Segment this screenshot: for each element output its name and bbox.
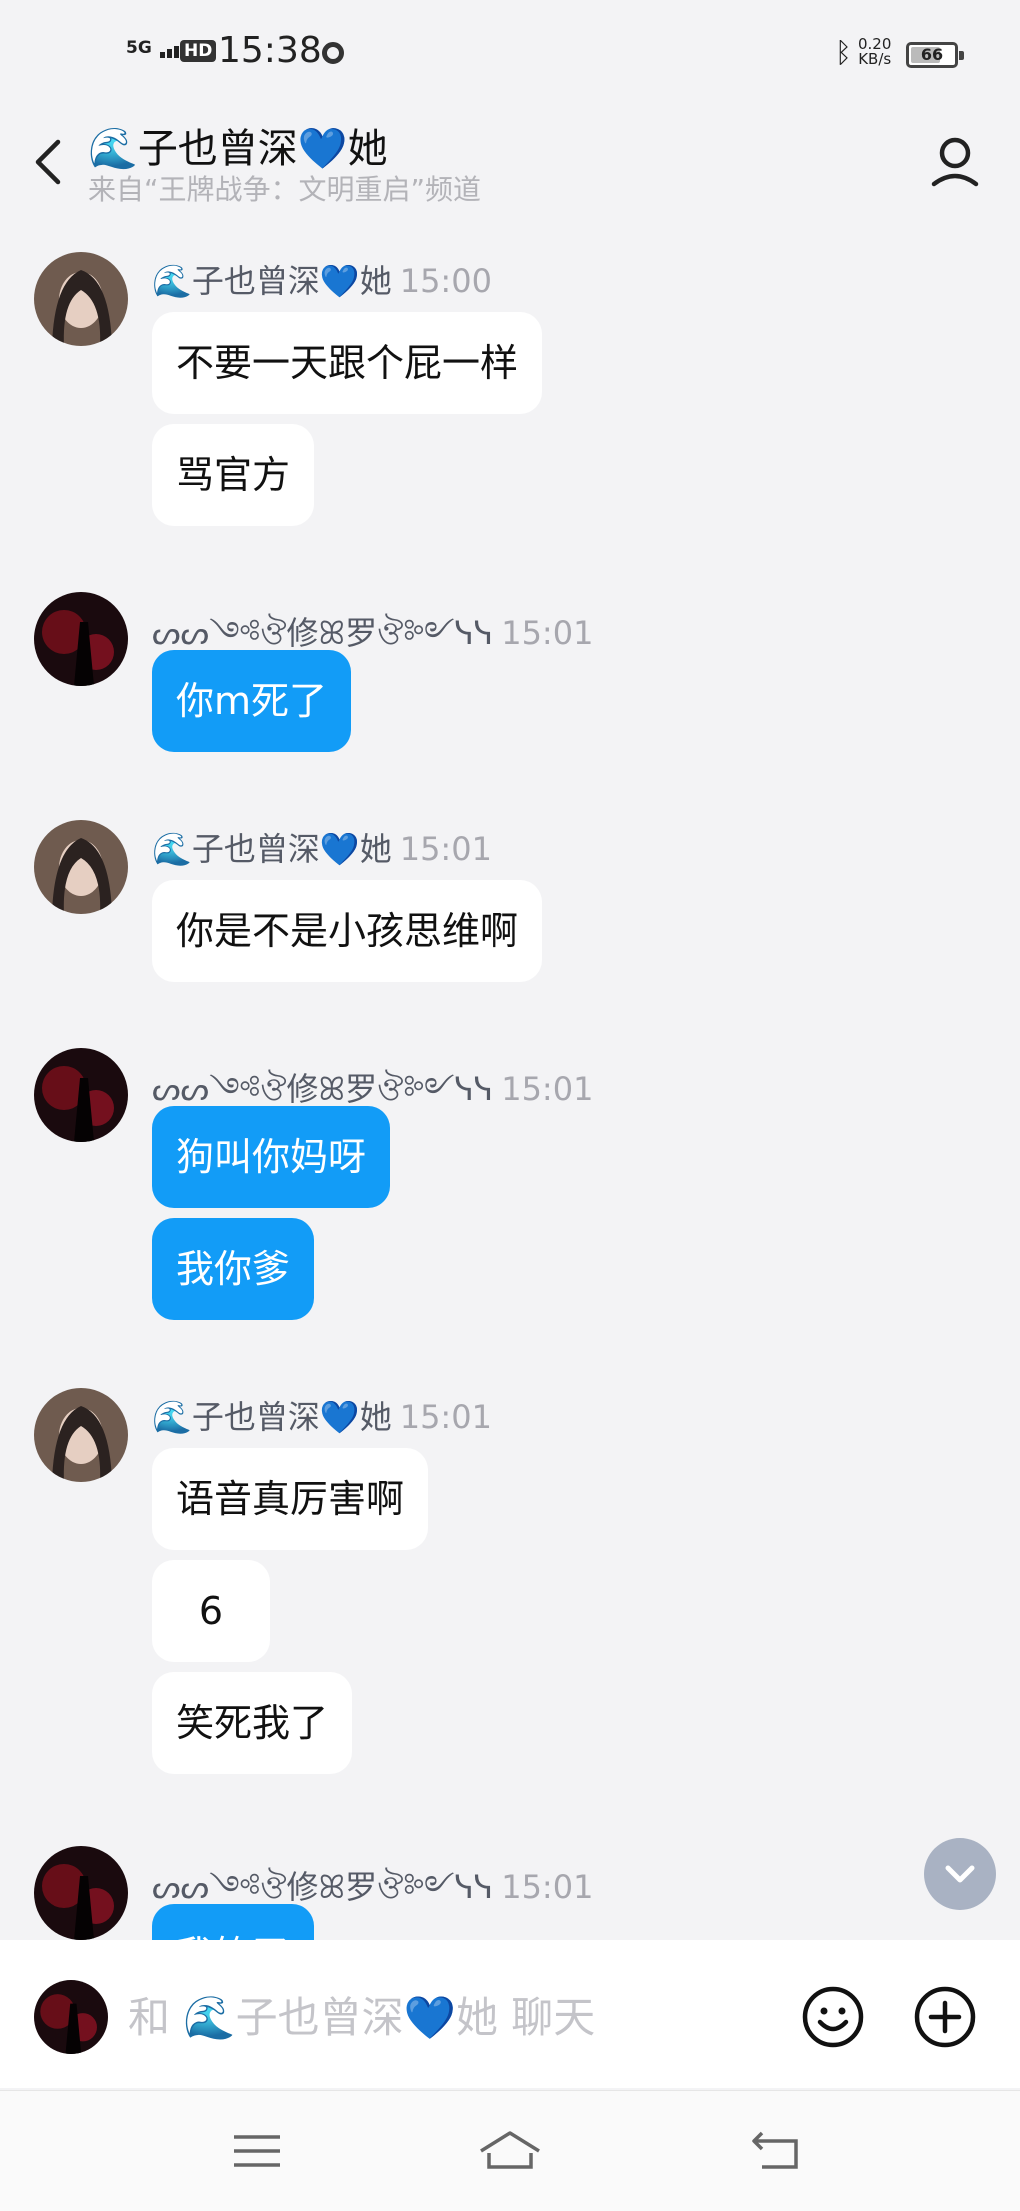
smiley-icon [802,1986,864,2048]
hd-badge: HD [180,40,217,62]
message-input[interactable]: 和 🌊子也曾深💙她 聊天 [128,1984,595,2045]
menu-button[interactable] [222,2121,292,2181]
network-speed: 0.20 KB/s [858,35,892,68]
avatar-dark[interactable] [34,1048,128,1142]
return-icon [752,2131,798,2169]
emoji-button[interactable] [800,1984,866,2050]
add-button[interactable] [912,1984,978,2050]
sender-name[interactable]: 🌊子也曾深💙她 [152,1398,392,1436]
avatar-dark[interactable] [34,1846,128,1940]
message-time: 15:01 [501,1868,594,1906]
signal-icon: 5G [126,38,188,58]
message-time: 15:00 [399,262,492,300]
my-avatar[interactable] [34,1980,108,2054]
home-icon [480,2131,540,2169]
avatar-dark[interactable] [34,592,128,686]
message-meta: 🌊子也曾深💙她 15:01 [152,1392,492,1438]
message-bubble[interactable]: 你m死了 [152,650,352,752]
message-bubble[interactable]: 我笑了 [152,1904,315,1940]
home-button[interactable] [475,2121,545,2181]
sender-name[interactable]: ᔕᔕ༺ঔ修ꕤ罗ঔ༻ᓭᓭ [152,1070,493,1108]
profile-button[interactable] [920,128,990,198]
message-bubble[interactable]: 不要一天跟个屁一样 [152,312,543,414]
avatar-girl[interactable] [34,1388,128,1482]
plus-icon [914,1986,976,2048]
message-list[interactable]: 🌊子也曾深💙她 15:00 不要一天跟个屁一样 骂官方 ᔕᔕ༺ঔ修ꕤ罗ঔ༻ᓭᓭ 15… [0,210,1020,1940]
chat-subtitle: 来自“王牌战争：文明重启”频道 [88,173,482,206]
status-time: 15:38 [218,30,322,71]
chevron-down-icon [945,1865,975,1883]
bluetooth-icon: ᛒ [835,36,852,69]
battery-icon: 66 [906,42,964,68]
battery-level: 66 [920,45,944,64]
back-nav-button[interactable] [742,2121,812,2181]
message-meta: 🌊子也曾深💙她 15:01 [152,824,492,870]
message-bubble[interactable]: 你是不是小孩思维啊 [152,880,543,982]
message-bubble[interactable]: 语音真厉害啊 [152,1448,429,1550]
message-bubble[interactable]: 6 [152,1560,270,1662]
message-bubble[interactable]: 我你爹 [152,1218,315,1320]
wave-icon: 🌊 [88,126,138,172]
menu-icon [234,2135,280,2167]
message-bubble[interactable]: 骂官方 [152,424,315,526]
message-time: 15:01 [501,614,594,652]
person-icon [931,137,979,187]
sender-name[interactable]: ᔕᔕ༺ঔ修ꕤ罗ঔ༻ᓭᓭ [152,614,493,652]
system-nav-bar [0,2090,1020,2211]
message-bubble[interactable]: 狗叫你妈呀 [152,1106,391,1208]
chevron-left-icon [35,139,61,185]
back-button[interactable] [30,132,70,192]
sender-name[interactable]: ᔕᔕ༺ঔ修ꕤ罗ঔ༻ᓭᓭ [152,1868,493,1906]
input-bar: 和 🌊子也曾深💙她 聊天 [0,1940,1020,2088]
message-time: 15:01 [501,1070,594,1108]
status-bar: 5G HD 15:38 ᛒ 0.20 KB/s 66 [0,0,1020,110]
avatar-girl[interactable] [34,252,128,346]
notification-icon [322,42,344,64]
scroll-to-bottom-button[interactable] [924,1838,996,1910]
chat-title: 🌊子也曾深💙她 [88,126,388,172]
avatar-girl[interactable] [34,820,128,914]
sender-name[interactable]: 🌊子也曾深💙她 [152,262,392,300]
chat-header: 🌊子也曾深💙她 来自“王牌战争：文明重启”频道 [0,110,1020,210]
message-meta: 🌊子也曾深💙她 15:00 [152,256,492,302]
message-time: 15:01 [399,1398,492,1436]
message-time: 15:01 [399,830,492,868]
message-bubble[interactable]: 笑死我了 [152,1672,353,1774]
sender-name[interactable]: 🌊子也曾深💙她 [152,830,392,868]
